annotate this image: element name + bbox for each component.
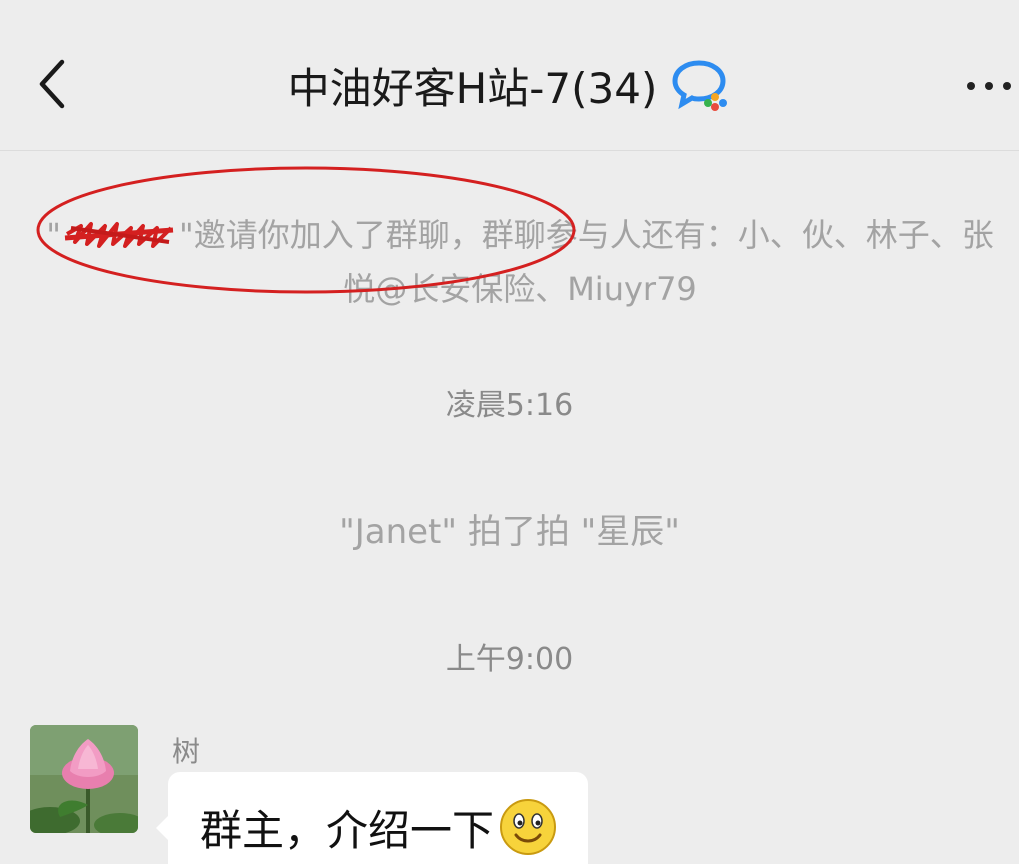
more-dots-icon [985,82,993,90]
chat-header: 中油好客H站-7(34) [0,0,1019,151]
more-dots-icon [967,82,975,90]
pat-system-message: "Janet" 拍了拍 "星辰" [339,512,680,552]
invite-system-message: " "邀请你加入了群聊，群聊参与人还有：小、伙、林子、张悦@长安保险、Miuyr… [40,208,1000,316]
redacted-name-scribble [64,222,174,248]
timestamp: 上午9:00 [445,642,574,677]
chat-screen: 中油好客H站-7(34) " "邀请你加入了群聊，群聊参与人还有：小、伙、林子、… [0,0,1019,864]
title-area: 中油好客H站-7(34) [0,52,1019,118]
sender-name: 树 [172,735,201,768]
timestamp: 凌晨5:16 [445,388,574,423]
smile-emoji-icon [500,799,557,855]
chat-title: 中油好客H站-7(34) [287,63,658,113]
invite-text: "邀请你加入了群聊，群聊参与人还有：小、伙、林子、张悦@长安保险、Miuyr79 [178,216,994,308]
more-button[interactable] [963,60,1019,110]
more-dots-icon [1003,82,1011,90]
invite-open-quote: " [46,216,61,254]
lotus-avatar-image [30,725,138,833]
message-bubble[interactable]: 群主，介绍一下 [155,772,589,864]
message-text: 群主，介绍一下 [200,805,495,855]
sender-avatar[interactable] [30,725,138,833]
chat-bubble-group-icon [672,60,728,111]
